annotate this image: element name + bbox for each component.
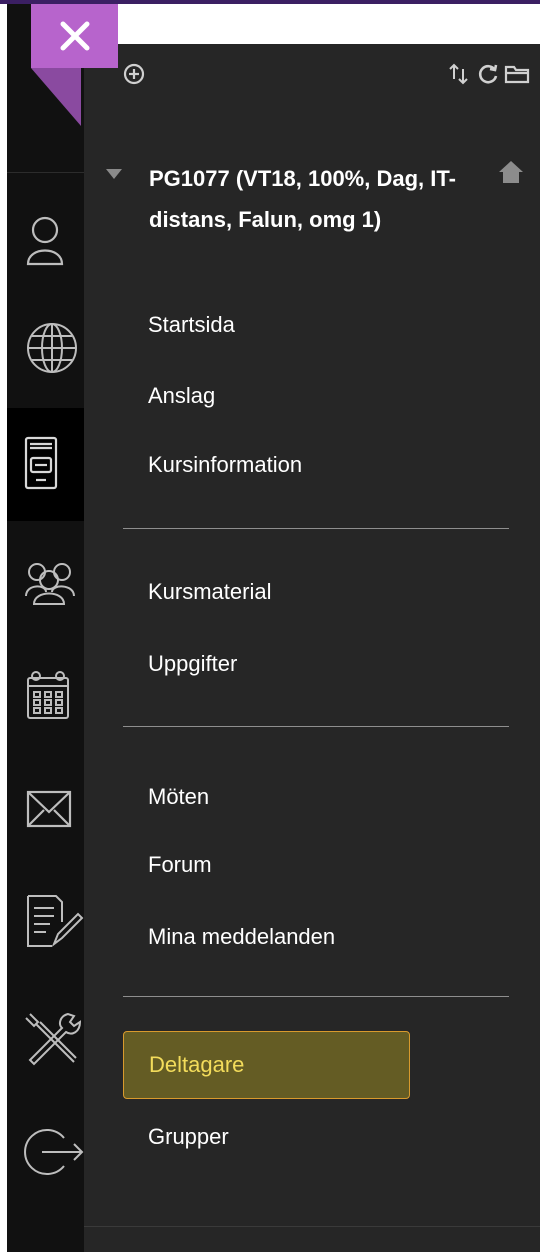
menu-item-kursmaterial[interactable]: Kursmaterial xyxy=(148,577,271,607)
menu-item-forum[interactable]: Forum xyxy=(148,850,212,880)
caret-down-icon[interactable] xyxy=(104,167,124,181)
close-button[interactable] xyxy=(31,4,118,68)
user-icon[interactable] xyxy=(24,212,90,268)
menu-divider xyxy=(123,726,509,727)
menu-item-startsida[interactable]: Startsida xyxy=(148,310,235,340)
menu-divider xyxy=(123,528,509,529)
course-icon[interactable] xyxy=(24,436,90,492)
app-root: PG1077 (VT18, 100%, Dag, IT-distans, Fal… xyxy=(0,0,540,1252)
page-header-area xyxy=(84,4,540,44)
menu-item-moten[interactable]: Möten xyxy=(148,782,209,812)
menu-divider xyxy=(123,996,509,997)
panel-bottom-divider xyxy=(84,1226,540,1227)
menu-item-uppgifter[interactable]: Uppgifter xyxy=(148,649,237,679)
menu-item-deltagare[interactable]: Deltagare xyxy=(123,1031,410,1099)
calendar-icon[interactable] xyxy=(24,668,90,724)
refresh-icon[interactable] xyxy=(475,61,501,87)
left-edge xyxy=(0,4,7,1252)
course-title[interactable]: PG1077 (VT18, 100%, Dag, IT-distans, Fal… xyxy=(149,158,479,240)
folder-icon[interactable] xyxy=(504,61,530,87)
sort-icon[interactable] xyxy=(446,61,472,87)
menu-item-grupper[interactable]: Grupper xyxy=(148,1122,229,1152)
mail-icon[interactable] xyxy=(24,782,90,838)
edit-document-icon[interactable] xyxy=(24,892,90,948)
close-icon xyxy=(60,21,89,51)
tools-icon[interactable] xyxy=(24,1010,90,1066)
menu-item-kursinformation[interactable]: Kursinformation xyxy=(148,450,302,480)
home-icon[interactable] xyxy=(497,158,525,186)
menu-item-label: Deltagare xyxy=(149,1052,245,1077)
logout-icon[interactable] xyxy=(24,1124,90,1180)
groups-icon[interactable] xyxy=(24,556,90,612)
globe-icon[interactable] xyxy=(24,320,90,376)
rail-divider xyxy=(7,172,84,173)
add-circle-icon[interactable] xyxy=(121,61,147,87)
menu-item-mina-meddelanden[interactable]: Mina meddelanden xyxy=(148,922,335,952)
menu-item-anslag[interactable]: Anslag xyxy=(148,381,215,411)
